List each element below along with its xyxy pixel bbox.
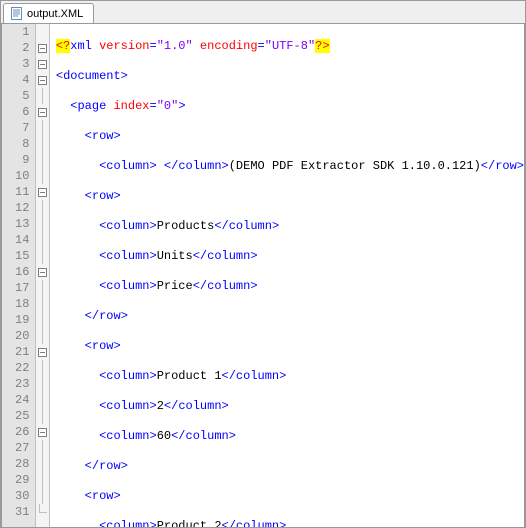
line-number: 3 — [2, 56, 29, 72]
line-gutter: 1 2 3 4 5 6 7 8 9 10 11 12 13 14 15 16 1… — [2, 24, 36, 528]
line-number: 25 — [2, 408, 29, 424]
code-line: <column>Product 1</column> — [56, 368, 524, 384]
code-line: <page index="0"> — [56, 98, 524, 114]
fold-toggle-icon[interactable] — [38, 268, 47, 277]
line-number: 1 — [2, 24, 29, 40]
code-line: <column> </column>(DEMO PDF Extractor SD… — [56, 158, 524, 174]
line-number: 28 — [2, 456, 29, 472]
line-number: 15 — [2, 248, 29, 264]
fold-toggle-icon[interactable] — [38, 108, 47, 117]
line-number: 27 — [2, 440, 29, 456]
fold-toggle-icon[interactable] — [38, 428, 47, 437]
code-line: <column>Price</column> — [56, 278, 524, 294]
line-number: 8 — [2, 136, 29, 152]
line-number: 12 — [2, 200, 29, 216]
editor-window: output.XML 1 2 3 4 5 6 7 8 9 10 11 12 13… — [0, 0, 526, 528]
line-number: 6 — [2, 104, 29, 120]
code-line: <row> — [56, 128, 524, 144]
code-line: <row> — [56, 338, 524, 354]
tab-output-xml[interactable]: output.XML — [3, 3, 94, 23]
fold-gutter — [36, 24, 49, 528]
line-number: 9 — [2, 152, 29, 168]
line-number: 19 — [2, 312, 29, 328]
code-line: <column>2</column> — [56, 398, 524, 414]
line-number: 5 — [2, 88, 29, 104]
line-number: 31 — [2, 504, 29, 520]
code-line: <column>Product 2</column> — [56, 518, 524, 528]
line-number: 10 — [2, 168, 29, 184]
code-line: <column>Products</column> — [56, 218, 524, 234]
code-line: <column>60</column> — [56, 428, 524, 444]
file-icon — [10, 7, 23, 20]
line-number: 23 — [2, 376, 29, 392]
line-number: 24 — [2, 392, 29, 408]
line-number: 14 — [2, 232, 29, 248]
line-number: 18 — [2, 296, 29, 312]
code-line: <document> — [56, 68, 524, 84]
code-line: <row> — [56, 188, 524, 204]
line-number: 22 — [2, 360, 29, 376]
line-number: 20 — [2, 328, 29, 344]
line-number: 26 — [2, 424, 29, 440]
code-line: </row> — [56, 458, 524, 474]
fold-toggle-icon[interactable] — [38, 44, 47, 53]
line-number: 17 — [2, 280, 29, 296]
line-number: 7 — [2, 120, 29, 136]
code-area[interactable]: <?xml version="1.0" encoding="UTF-8"?> <… — [50, 24, 524, 528]
line-number: 30 — [2, 488, 29, 504]
fold-toggle-icon[interactable] — [38, 348, 47, 357]
code-line: <row> — [56, 488, 524, 504]
code-line: <?xml version="1.0" encoding="UTF-8"?> — [56, 38, 524, 54]
fold-toggle-icon[interactable] — [38, 76, 47, 85]
code-line: </row> — [56, 308, 524, 324]
line-number: 4 — [2, 72, 29, 88]
line-number: 13 — [2, 216, 29, 232]
tab-bar: output.XML — [1, 1, 525, 23]
line-number: 16 — [2, 264, 29, 280]
code-line: <column>Units</column> — [56, 248, 524, 264]
line-number: 21 — [2, 344, 29, 360]
line-number: 29 — [2, 472, 29, 488]
tab-label: output.XML — [27, 8, 83, 20]
line-number: 11 — [2, 184, 29, 200]
fold-toggle-icon[interactable] — [38, 60, 47, 69]
fold-toggle-icon[interactable] — [38, 188, 47, 197]
line-number: 2 — [2, 40, 29, 56]
code-editor[interactable]: 1 2 3 4 5 6 7 8 9 10 11 12 13 14 15 16 1… — [1, 23, 525, 528]
